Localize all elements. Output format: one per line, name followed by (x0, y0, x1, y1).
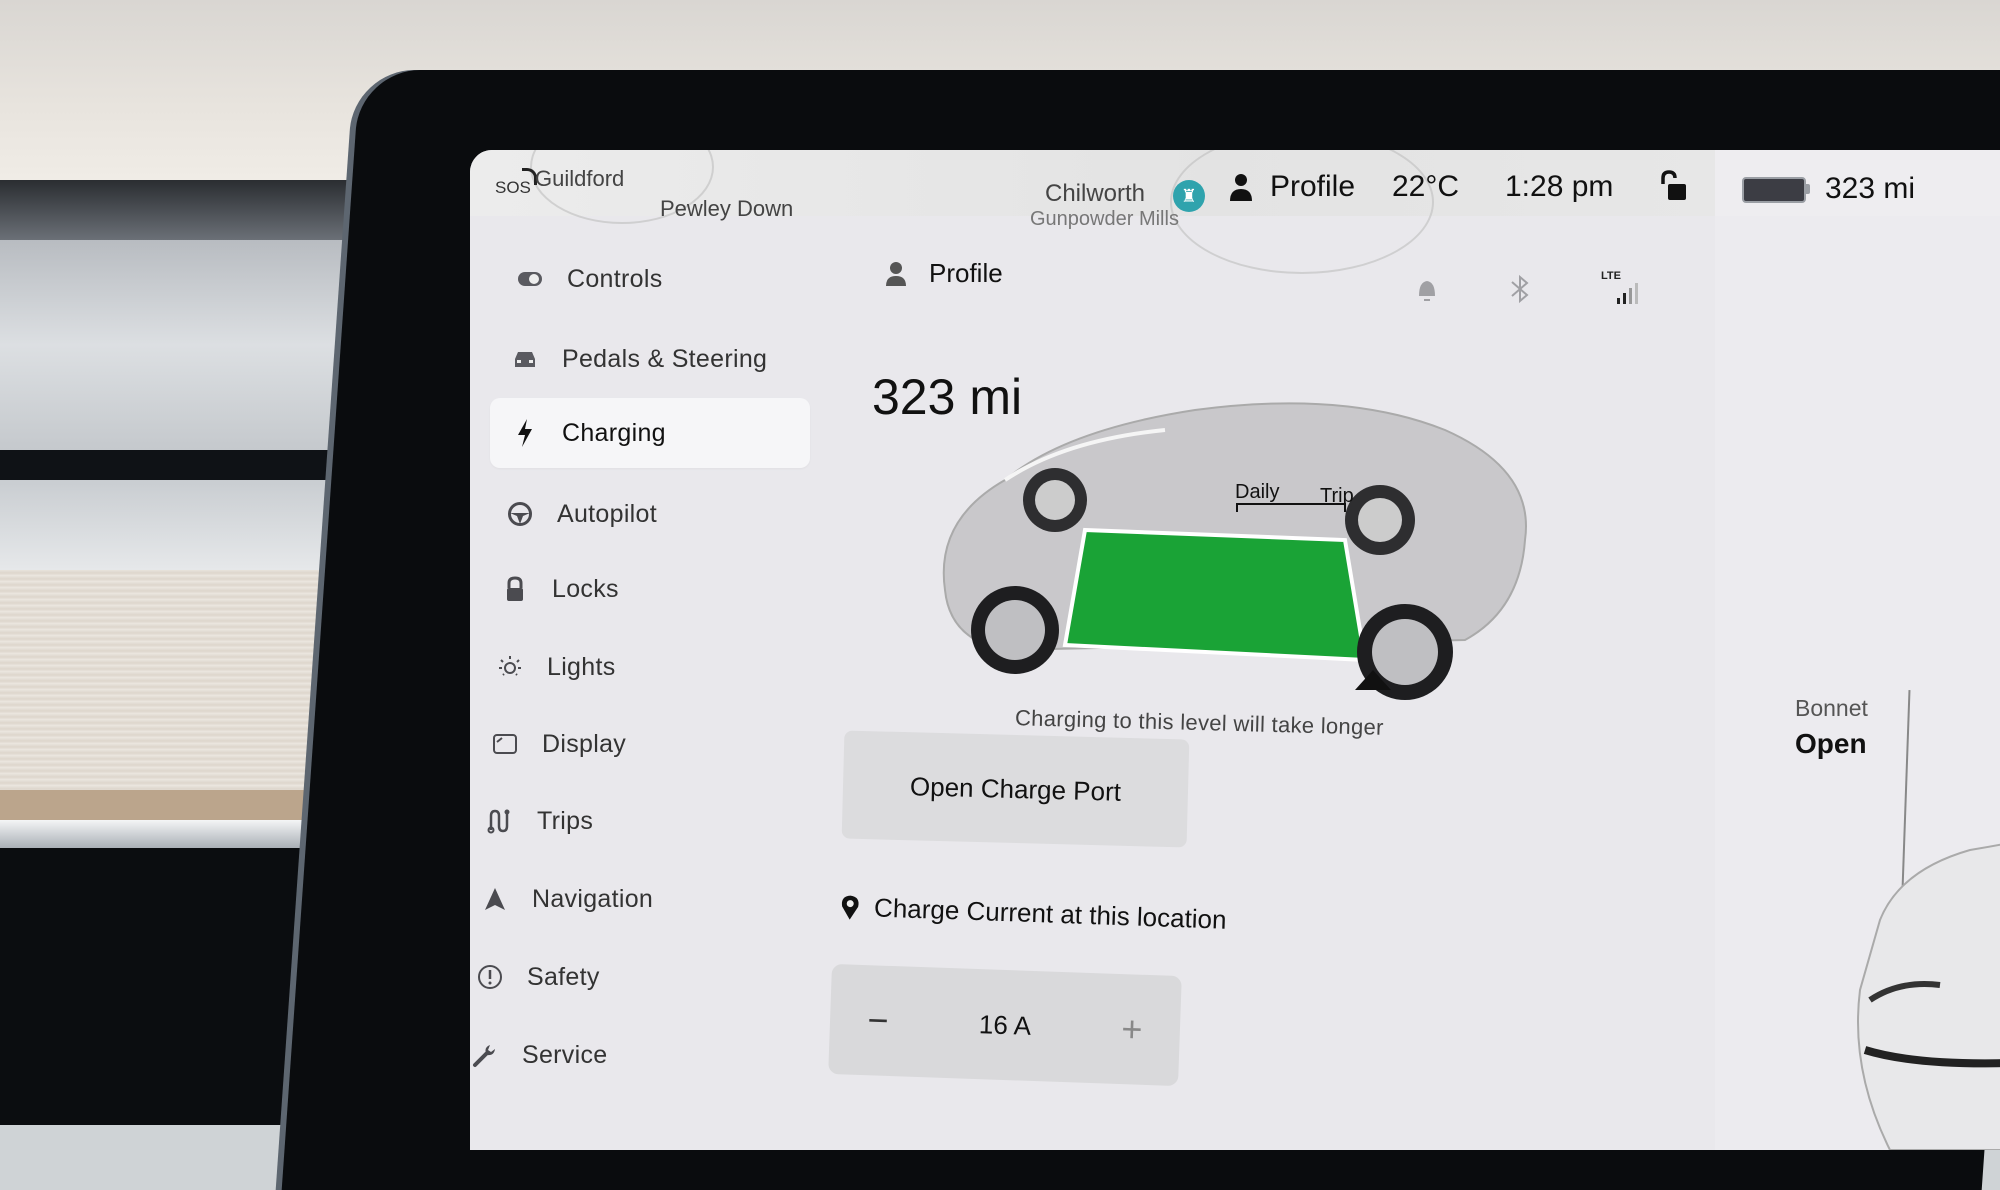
sidebar-item-safety[interactable]: Safety (475, 944, 795, 1010)
profile-button[interactable]: Profile (885, 258, 1003, 289)
alert-circle-icon (475, 962, 505, 992)
display-icon (490, 729, 520, 759)
map-road (1170, 150, 1434, 274)
open-charge-port-label: Open Charge Port (909, 770, 1122, 807)
increase-current-button[interactable]: + (1111, 1007, 1153, 1052)
battery-icon (1742, 177, 1806, 203)
profile-label: Profile (929, 258, 1003, 288)
charge-current-title: Charge Current at this location (873, 892, 1228, 935)
charge-current-heading: Charge Current at this location (840, 891, 1227, 935)
sidebar-item-locks[interactable]: Locks (500, 556, 820, 622)
sidebar-item-service[interactable]: Service (470, 1022, 790, 1088)
wheel-hub (1358, 498, 1402, 542)
lock-icon (500, 574, 530, 604)
signal-bars-icon (1617, 283, 1638, 304)
wheel-rim (985, 600, 1045, 660)
decrease-current-button[interactable]: − (857, 998, 899, 1043)
sidebar-item-pedals-steering[interactable]: Pedals & Steering (510, 326, 830, 392)
bell-icon[interactable] (1415, 276, 1439, 304)
map-place-guildford: Guildford (535, 166, 625, 191)
sidebar-item-lights[interactable]: Lights (495, 634, 815, 700)
clock: 1:28 pm (1505, 170, 1614, 203)
location-pin-icon (841, 895, 859, 920)
status-icons: LTE (1415, 270, 1641, 304)
steering-wheel-icon (505, 499, 535, 529)
profile-icon (886, 261, 906, 286)
navigation-arrow-icon (480, 884, 510, 914)
battery-fill-indicator (1062, 527, 1368, 663)
temperature-readout[interactable]: 22°C (1392, 170, 1459, 204)
lightning-icon (510, 418, 540, 448)
sidebar-item-trips[interactable]: Trips (485, 788, 805, 854)
topbar-profile-label[interactable]: Profile (1270, 170, 1355, 204)
trips-icon (485, 806, 515, 836)
open-charge-port-button[interactable]: Open Charge Port (841, 730, 1190, 848)
trip-label: Trip (1320, 485, 1354, 507)
sidebar-item-controls[interactable]: Controls (515, 246, 835, 312)
battery-tip (1806, 184, 1810, 194)
vehicle-front-view[interactable] (1770, 770, 2000, 1150)
sidebar-item-navigation[interactable]: Navigation (480, 866, 800, 932)
bonnet-state-button[interactable]: Open (1795, 728, 1867, 760)
map-status-bar[interactable]: SOS Guildford Pewley Down Chilworth Gunp… (470, 150, 1715, 274)
touchscreen: SOS Guildford Pewley Down Chilworth Gunp… (470, 150, 2000, 1150)
settings-sidebar: Controls Pedals & Steering Charging Auto… (470, 216, 810, 1150)
battery-range: 323 mi (1825, 172, 1916, 205)
bluetooth-icon[interactable] (1509, 274, 1531, 304)
wheel-hub (1035, 480, 1075, 520)
car-battery-graphic: Daily Trip (942, 402, 1527, 700)
unlocked-padlock-icon[interactable] (1658, 170, 1688, 202)
lte-signal-indicator[interactable]: LTE (1601, 270, 1641, 304)
car-icon (510, 344, 540, 374)
castle-landmark-icon[interactable]: ♜ (1173, 180, 1205, 212)
car-hood (1857, 843, 2000, 1150)
map-place-chilworth: Chilworth (1045, 180, 1146, 207)
profile-icon[interactable] (1228, 172, 1254, 202)
sidebar-item-display[interactable]: Display (490, 711, 810, 777)
wrench-icon (470, 1040, 500, 1070)
sidebar-item-charging[interactable]: Charging (490, 398, 810, 468)
charge-current-value: 16 A (978, 1008, 1032, 1041)
battery-status-area: 323 mi (1715, 150, 2000, 216)
daily-label: Daily (1235, 481, 1279, 503)
toggle-icon (515, 264, 545, 294)
charge-current-stepper: − 16 A + (828, 963, 1182, 1087)
bonnet-label: Bonnet (1795, 695, 1868, 721)
bulb-icon (495, 652, 525, 682)
map-place-gunpowder-mills: Gunpowder Mills (1030, 208, 1179, 230)
sidebar-item-autopilot[interactable]: Autopilot (505, 481, 825, 547)
wheel-rim (1372, 619, 1438, 685)
